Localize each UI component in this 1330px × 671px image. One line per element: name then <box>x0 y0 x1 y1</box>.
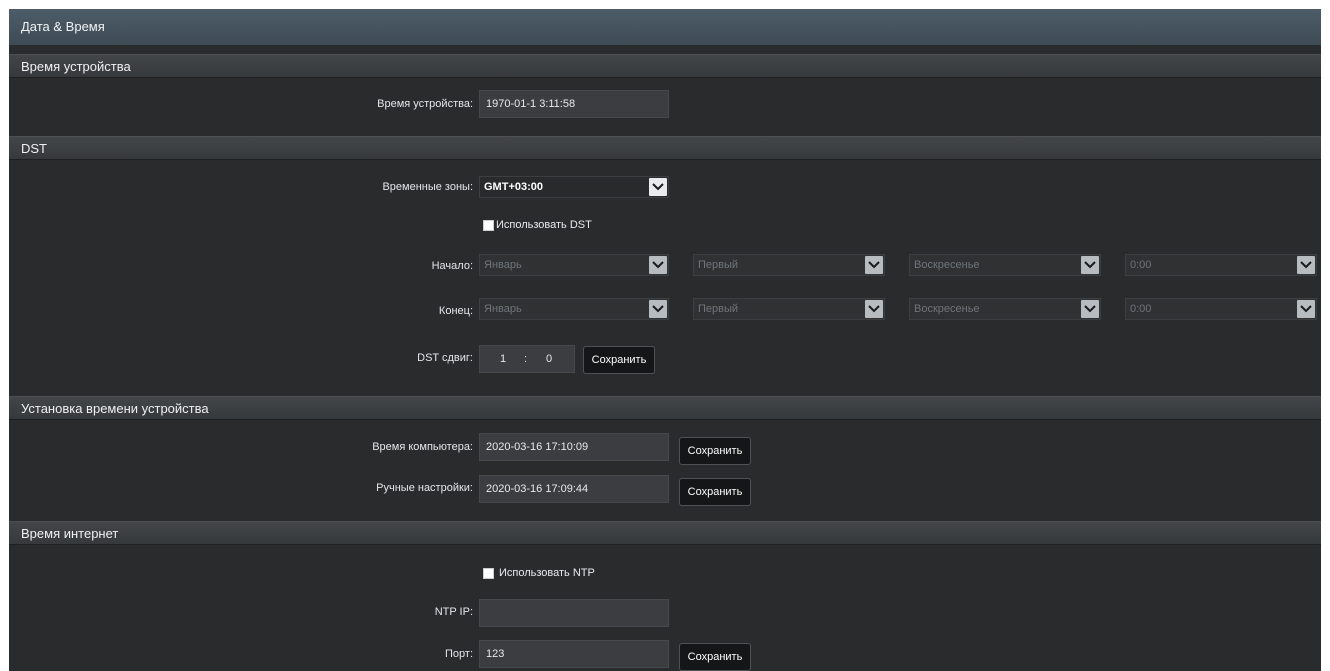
dst-start-week-value: Первый <box>698 259 739 271</box>
dst-save-button[interactable]: Сохранить <box>583 346 655 374</box>
ntp-ip-input[interactable] <box>479 599 669 627</box>
dst-start-day-select[interactable]: Воскресенье <box>909 254 1101 276</box>
dst-end-day-value: Воскресенье <box>914 303 980 315</box>
dst-start-week-select[interactable]: Первый <box>693 254 885 276</box>
port-input[interactable]: 123 <box>479 640 669 668</box>
section-set-time-header: Установка времени устройства <box>9 396 1321 420</box>
manual-time-input[interactable]: 2020-03-16 17:09:44 <box>479 475 669 503</box>
dst-end-label: Конец: <box>438 305 473 317</box>
chevron-down-icon[interactable] <box>865 300 883 318</box>
chevron-down-icon[interactable] <box>1081 256 1099 274</box>
dst-end-week-value: Первый <box>698 303 739 315</box>
timezone-label: Временные зоны: <box>382 181 473 193</box>
chevron-down-icon[interactable] <box>649 300 667 318</box>
section-dst-header: DST <box>9 136 1321 160</box>
computer-time-save-button[interactable]: Сохранить <box>679 437 751 465</box>
dst-shift-field[interactable]: 1 : 0 <box>479 345 575 373</box>
dst-start-day-value: Воскресенье <box>914 259 980 271</box>
app-window: Дата & Время Время устройства Время устр… <box>9 9 1321 671</box>
manual-time-save-button[interactable]: Сохранить <box>679 478 751 506</box>
use-dst-label: Использовать DST <box>496 219 592 231</box>
dst-shift-hours[interactable]: 1 <box>500 346 506 372</box>
device-time-field: 1970-01-1 3:11:58 <box>479 90 669 118</box>
internet-time-save-button[interactable]: Сохранить <box>679 643 751 671</box>
port-label: Порт: <box>445 648 473 660</box>
dst-end-week-select[interactable]: Первый <box>693 298 885 320</box>
dst-shift-minutes[interactable]: 0 <box>546 346 552 372</box>
chevron-down-icon[interactable] <box>1297 256 1315 274</box>
dst-start-time-select[interactable]: 0:00 <box>1125 254 1317 276</box>
section-internet-time-header: Время интернет <box>9 521 1321 545</box>
window-title: Дата & Время <box>9 9 1321 45</box>
chevron-down-icon[interactable] <box>1297 300 1315 318</box>
use-ntp-label: Использовать NTP <box>499 567 595 579</box>
dst-start-month-select[interactable]: Январь <box>479 254 669 276</box>
computer-time-field: 2020-03-16 17:10:09 <box>479 433 669 461</box>
section-device-time-header: Время устройства <box>9 54 1321 78</box>
timezone-value: GMT+03:00 <box>484 181 543 193</box>
dst-end-month-select[interactable]: Январь <box>479 298 669 320</box>
dst-end-time-select[interactable]: 0:00 <box>1125 298 1317 320</box>
dst-start-time-value: 0:00 <box>1130 259 1152 271</box>
chevron-down-icon[interactable] <box>649 178 667 196</box>
computer-time-label: Время компьютера: <box>372 441 473 453</box>
chevron-down-icon[interactable] <box>1081 300 1099 318</box>
device-time-label: Время устройства: <box>377 98 473 110</box>
dst-start-month-value: Январь <box>484 259 522 271</box>
chevron-down-icon[interactable] <box>649 256 667 274</box>
use-ntp-checkbox[interactable] <box>483 568 494 579</box>
dst-end-month-value: Январь <box>484 303 522 315</box>
chevron-down-icon[interactable] <box>865 256 883 274</box>
dst-start-label: Начало: <box>431 260 473 272</box>
ntp-ip-label: NTP IP: <box>434 606 473 618</box>
dst-end-time-value: 0:00 <box>1130 303 1152 315</box>
dst-shift-label: DST сдвиг: <box>417 352 473 364</box>
manual-time-label: Ручные настройки: <box>376 482 473 494</box>
timezone-select[interactable]: GMT+03:00 <box>479 176 669 198</box>
dst-end-day-select[interactable]: Воскресенье <box>909 298 1101 320</box>
dst-shift-separator: : <box>524 353 528 365</box>
use-dst-checkbox[interactable] <box>483 220 494 231</box>
